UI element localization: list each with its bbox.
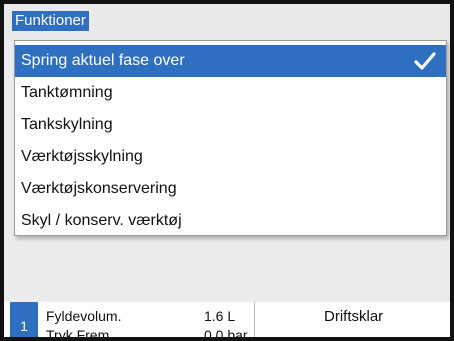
pressure-value: 0.0 bar	[204, 327, 248, 337]
menu-item-label: Skyl / konserv. værktøj	[21, 212, 182, 229]
fill-volume-label: Fyldevolum.	[46, 308, 122, 324]
menu-title: Funktioner	[12, 11, 89, 31]
menu-item-tank-rinse[interactable]: Tankskylning	[15, 109, 446, 141]
status-bar: 1 Fyldevolum. 1.6 L Tryk Frem 0.0 bar Dr…	[4, 302, 450, 337]
pressure-label: Tryk Frem	[46, 327, 110, 337]
device-screen: Funktioner Spring aktuel fase over Tankt…	[4, 4, 450, 337]
menu-item-tool-rinse[interactable]: Værktøjsskylning	[15, 141, 446, 173]
menu-item-label: Spring aktuel fase over	[21, 52, 185, 69]
functions-menu: Spring aktuel fase over Tanktømning Tank…	[14, 40, 447, 236]
fill-volume-value: 1.6 L	[204, 308, 236, 324]
operating-state: Driftsklar	[324, 308, 384, 325]
zone-number: 1	[10, 302, 38, 337]
menu-item-rinse-conserve-tool[interactable]: Skyl / konserv. værktøj	[15, 205, 446, 237]
menu-item-label: Tankskylning	[21, 116, 113, 133]
menu-item-label: Tanktømning	[21, 84, 113, 101]
menu-item-label: Værktøjsskylning	[21, 148, 143, 165]
menu-item-tool-conservation[interactable]: Værktøjskonservering	[15, 173, 446, 205]
status-divider	[254, 302, 255, 337]
menu-item-skip-phase[interactable]: Spring aktuel fase over	[15, 45, 446, 77]
menu-item-label: Værktøjskonservering	[21, 180, 177, 197]
menu-item-tank-empty[interactable]: Tanktømning	[15, 77, 446, 109]
checkmark-icon	[414, 52, 436, 70]
